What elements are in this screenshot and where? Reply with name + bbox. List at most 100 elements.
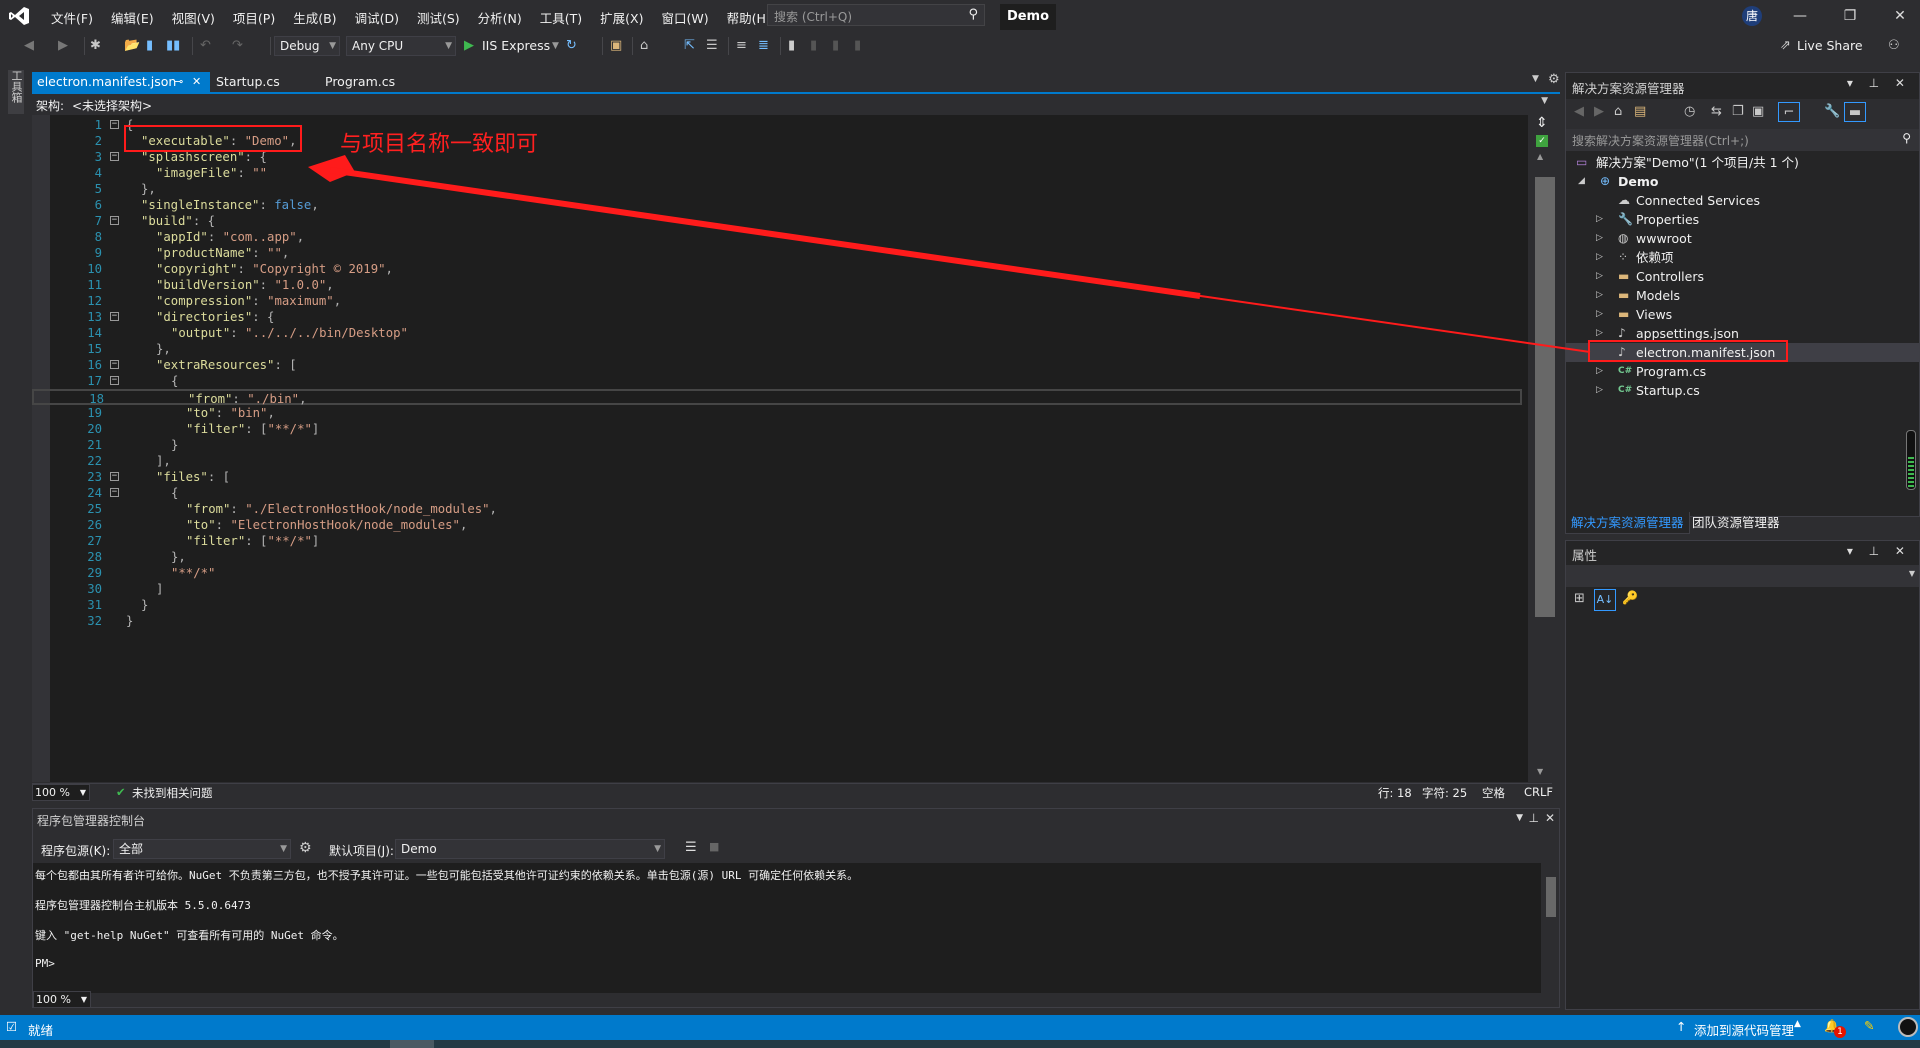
code-line[interactable]: 25 "from": "./ElectronHostHook/node_modul… [32,501,1522,517]
panel-dropdown-icon[interactable]: ▼ [1516,813,1523,823]
uncomment-icon[interactable]: ≣ [758,36,769,56]
menu-item[interactable]: 文件(F) [42,6,102,29]
code-line[interactable]: 6 "singleInstance": false, [32,197,1522,213]
code-line[interactable]: 17− { [32,373,1522,389]
solution-platform-select[interactable]: Any CPU ▼ [346,36,456,56]
tab-electron-manifest[interactable]: electron.manifest.json ⊸ ✕ [32,72,210,92]
add-to-source-control-button[interactable]: 添加到源代码管理 [1694,1020,1794,1039]
pin-icon[interactable]: ⊸ [174,72,183,92]
collapse-region-icon[interactable]: − [110,152,119,161]
cortana-icon[interactable] [1898,1017,1918,1037]
close-panel-icon[interactable]: ✕ [1545,811,1555,825]
collapse-region-icon[interactable]: − [110,472,119,481]
issues-text[interactable]: 未找到相关问题 [132,785,213,801]
code-line[interactable]: 20 "filter": ["**/*"] [32,421,1522,437]
object-select[interactable]: ▼ [1566,565,1919,587]
collapse-region-icon[interactable]: − [110,376,119,385]
switch-views-icon[interactable]: ▤ [1634,102,1646,122]
menu-item[interactable]: 工具(T) [531,6,591,29]
collapse-region-icon[interactable]: − [110,120,119,129]
expand-arrow-icon[interactable]: ▷ [1596,229,1603,248]
code-line[interactable]: 31} [32,597,1522,613]
menu-item[interactable]: 分析(N) [469,6,531,29]
menu-item[interactable]: 项目(P) [224,6,284,29]
collapse-all-icon[interactable]: ❐ [1732,102,1744,122]
tab-program-cs[interactable]: Program.cs [320,72,420,92]
collapse-region-icon[interactable]: − [110,216,119,225]
clear-bookmarks-icon[interactable]: ▮ [854,36,861,56]
code-line[interactable]: 21} [32,437,1522,453]
code-line[interactable]: 18 "from": "./bin", [32,389,1522,406]
home-icon[interactable]: ⌂ [1614,102,1622,122]
solution-configuration-select[interactable]: Debug ▼ [274,36,340,56]
bookmark-icon[interactable]: ▮ [788,36,795,56]
menu-item[interactable]: 编辑(E) [102,6,163,29]
code-editor[interactable]: 1−{2 "executable": "Demo", 3− "splashscreen… [32,115,1528,782]
tree-item[interactable]: ▷ ▬ Views [1566,305,1919,324]
code-line[interactable]: 8 "appId": "com..app", [32,229,1522,245]
expand-arrow-icon[interactable]: ▷ [1596,267,1603,286]
menu-item[interactable]: 测试(S) [408,6,469,29]
menu-item[interactable]: 视图(V) [163,6,224,29]
menu-item[interactable]: 调试(D) [346,6,408,29]
menu-item[interactable]: 窗口(W) [652,6,717,29]
outline-icon[interactable]: ☰ [706,36,718,56]
console-zoom-select[interactable]: 100 % ▼ [33,991,91,1008]
expand-arrow-icon[interactable]: ▷ [1596,381,1603,400]
code-line[interactable]: 28}, [32,549,1522,565]
tree-item[interactable]: ▷ ▬ Models [1566,286,1919,305]
panel-controls[interactable]: ▾ ⊥ ✕ [1847,544,1911,558]
panel-controls[interactable]: ▾ ⊥ ✕ [1847,76,1911,90]
tree-item[interactable]: ▷ 🔧 Properties [1566,210,1919,229]
editor-vertical-scrollbar[interactable]: ⇕ ✓ ▲ ▼ [1530,115,1555,782]
code-line[interactable]: 4 "imageFile": "" [32,165,1522,181]
properties-wrench-icon[interactable]: 🔧 [1824,102,1840,122]
alphabetical-icon[interactable]: A↓ [1594,589,1616,611]
tab-team-explorer[interactable]: 团队资源管理器 [1687,512,1785,534]
dock-icon[interactable]: ▬ [1844,102,1866,122]
pending-changes-icon[interactable]: ◷ [1684,102,1695,122]
expand-arrow-icon[interactable]: ▷ [1596,305,1603,324]
expand-arrow-icon[interactable]: ▷ [1596,286,1603,305]
tree-item[interactable]: ☁ Connected Services [1566,191,1919,210]
expand-arrow-icon[interactable]: ▷ [1596,210,1603,229]
code-line[interactable]: 15}, [32,341,1522,357]
save-icon[interactable]: ▮ [146,36,153,56]
sync-icon[interactable]: ⇆ [1711,102,1722,122]
default-project-select[interactable]: Demo ▼ [395,839,665,859]
source-control-up-icon[interactable]: ▲ [1794,1019,1801,1029]
live-share-icon[interactable]: ⇗ [1780,36,1791,56]
feedback-icon[interactable]: ✎ [1864,1018,1874,1033]
show-all-files-icon[interactable]: ▣ [1752,102,1764,122]
comment-icon[interactable]: ≡ [736,36,747,56]
open-file-icon[interactable]: 📂 [124,36,140,56]
toolbox-tab[interactable]: 工具箱 [8,70,24,114]
line-ending[interactable]: CRLF [1524,785,1553,799]
run-target-button[interactable]: IIS Express [482,36,550,56]
menu-item[interactable]: 生成(B) [284,6,345,29]
editor-zoom-select[interactable]: 100 % ▼ [32,784,90,801]
code-line[interactable]: 19 "to": "bin", [32,405,1522,421]
close-window-button[interactable]: ✕ [1885,6,1915,26]
whitespace-mode[interactable]: 空格 [1482,785,1505,801]
find-in-files-icon[interactable]: ▣ [610,36,622,56]
split-editor-icon[interactable]: ⇕ [1536,115,1548,131]
pin-icon[interactable]: ⊥ [1529,811,1539,825]
tree-item[interactable]: ▷ ⁘ 依赖项 [1566,248,1919,267]
code-line[interactable]: 27 "filter": ["**/*"] [32,533,1522,549]
quick-search-input[interactable]: 搜索 (Ctrl+Q) ⚲ [767,4,985,26]
scrollbar-thumb[interactable] [1535,177,1555,617]
package-source-select[interactable]: 全部 ▼ [113,839,291,859]
code-line[interactable]: 16− "extraResources": [ [32,357,1522,373]
back-icon[interactable]: ◀ [24,36,34,56]
code-line[interactable]: 24− { [32,485,1522,501]
code-line[interactable]: 22], [32,453,1522,469]
settings-gear-icon[interactable]: ⚙ [299,840,312,856]
expand-arrow-icon[interactable]: ▷ [1596,248,1603,267]
back-icon[interactable]: ◀ [1574,102,1584,122]
preview-selected-icon[interactable]: ⌐ [1778,102,1800,122]
tab-startup-cs[interactable]: Startup.cs [211,72,311,92]
menu-item[interactable]: 扩展(X) [591,6,652,29]
tree-item[interactable]: ▷ ▬ Controllers [1566,267,1919,286]
restore-button[interactable]: ❐ [1835,6,1865,26]
